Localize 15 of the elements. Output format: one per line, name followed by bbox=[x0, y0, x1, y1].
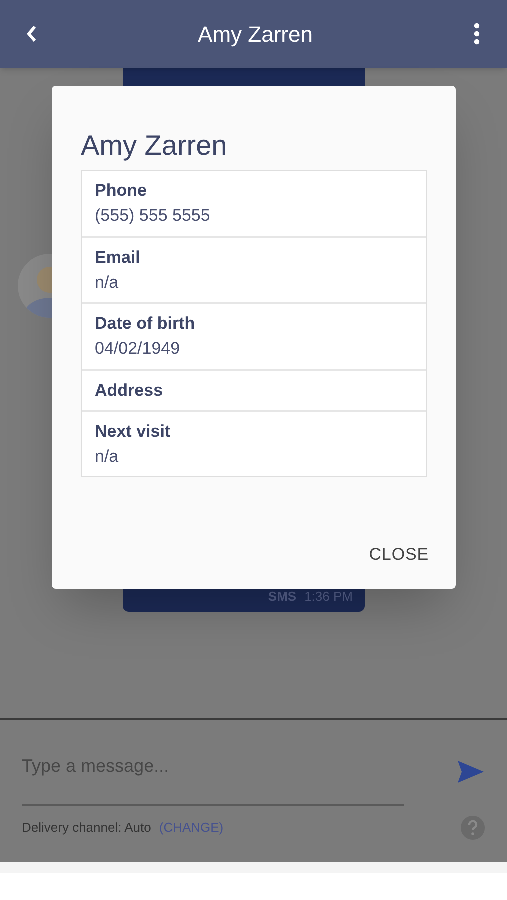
back-icon[interactable] bbox=[26, 25, 38, 43]
field-value: (555) 555 5555 bbox=[95, 205, 212, 226]
field-label: Email bbox=[95, 246, 142, 268]
field-value: 04/02/1949 bbox=[95, 338, 182, 360]
close-button[interactable]: CLOSE bbox=[369, 542, 429, 567]
field-value: n/a bbox=[95, 272, 120, 293]
dialog-title: Amy Zarren bbox=[81, 132, 228, 160]
header-title: Amy Zarren bbox=[198, 20, 313, 49]
delivery-channel-label: Delivery channel: Auto bbox=[22, 819, 152, 838]
field-label: Next visit bbox=[95, 420, 172, 442]
field-label: Date of birth bbox=[95, 313, 196, 334]
field-label: Phone bbox=[95, 180, 148, 202]
field-value: n/a bbox=[95, 446, 120, 468]
field-label: Address bbox=[95, 380, 164, 401]
more-icon[interactable] bbox=[472, 23, 481, 45]
